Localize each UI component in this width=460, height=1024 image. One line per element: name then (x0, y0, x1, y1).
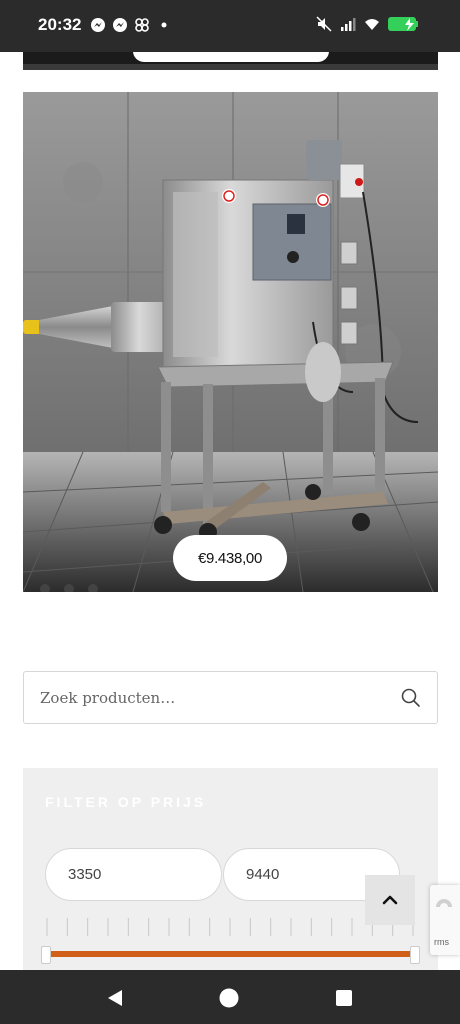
slider-ticks (46, 918, 414, 936)
status-bar: 20:32 (0, 0, 460, 52)
previous-product-image[interactable] (23, 52, 438, 70)
price-badge[interactable]: €9.438,00 (173, 535, 287, 581)
dot-icon (161, 22, 167, 28)
previous-image-strip (23, 64, 438, 70)
recaptcha-terms-text: rms (434, 937, 449, 947)
messenger-icon (91, 18, 105, 32)
back-to-top-button[interactable] (365, 875, 415, 925)
max-price-handle[interactable] (410, 946, 420, 964)
search-button[interactable] (399, 686, 423, 710)
previous-price-pill[interactable] (133, 52, 329, 62)
price-range-slider[interactable] (45, 951, 415, 957)
signal-icon (341, 18, 356, 31)
pinwheel-icon (135, 18, 149, 32)
min-price-input[interactable] (45, 848, 222, 901)
price-filter-widget: FILTER OP PRIJS (23, 768, 438, 978)
chevron-up-icon (382, 895, 398, 905)
home-circle-icon (219, 988, 239, 1008)
system-icons (316, 16, 422, 32)
back-triangle-icon (108, 990, 122, 1006)
min-price-handle[interactable] (41, 946, 51, 964)
mute-icon (316, 16, 332, 32)
battery-charging-icon (388, 17, 418, 31)
machine-photo (23, 92, 438, 592)
search-form (23, 671, 438, 724)
filter-title: FILTER OP PRIJS (45, 794, 207, 810)
nav-back-button[interactable] (104, 987, 126, 1009)
notification-icons (90, 17, 172, 33)
recents-square-icon (336, 990, 352, 1006)
nav-home-button[interactable] (218, 987, 240, 1009)
messenger-icon (113, 18, 127, 32)
search-icon (401, 688, 420, 707)
search-input[interactable] (40, 672, 380, 723)
wifi-icon (365, 19, 379, 30)
navigation-bar (0, 970, 460, 1024)
nav-recents-button[interactable] (333, 987, 355, 1009)
recaptcha-icon (436, 899, 452, 908)
status-time: 20:32 (38, 15, 82, 34)
product-image[interactable] (23, 92, 438, 592)
recaptcha-badge[interactable]: rms (430, 885, 460, 955)
